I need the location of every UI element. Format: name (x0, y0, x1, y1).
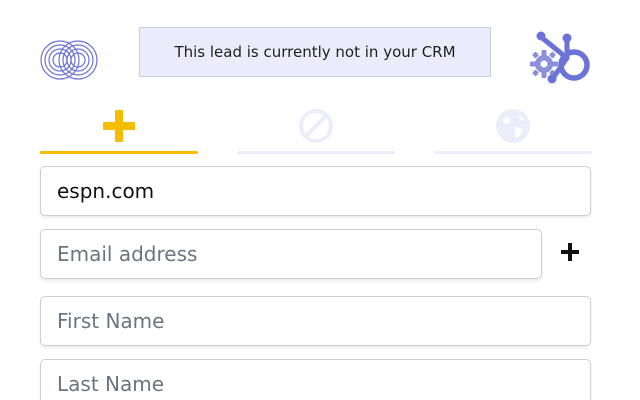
tab-underline (237, 151, 395, 154)
email-field[interactable] (40, 229, 542, 279)
tab-underline (434, 151, 592, 154)
tab-add[interactable] (40, 104, 198, 154)
prohibited-icon (298, 108, 334, 144)
hubspot-gear-icon[interactable] (524, 28, 598, 88)
add-email-button[interactable] (556, 238, 584, 266)
domain-field[interactable] (40, 166, 591, 216)
tab-underline (40, 151, 198, 154)
plus-icon (561, 243, 579, 261)
lead-panel: This lead is currently not in your CRM (0, 0, 640, 400)
brand-logo-icon (40, 38, 100, 82)
crm-status-text: This lead is currently not in your CRM (174, 43, 456, 61)
tab-web[interactable] (434, 104, 592, 154)
crm-status-banner: This lead is currently not in your CRM (139, 27, 491, 77)
globe-icon (495, 108, 531, 144)
last-name-field[interactable] (40, 359, 591, 400)
first-name-field[interactable] (40, 296, 591, 346)
tab-block[interactable] (237, 104, 395, 154)
plus-icon (101, 108, 137, 144)
